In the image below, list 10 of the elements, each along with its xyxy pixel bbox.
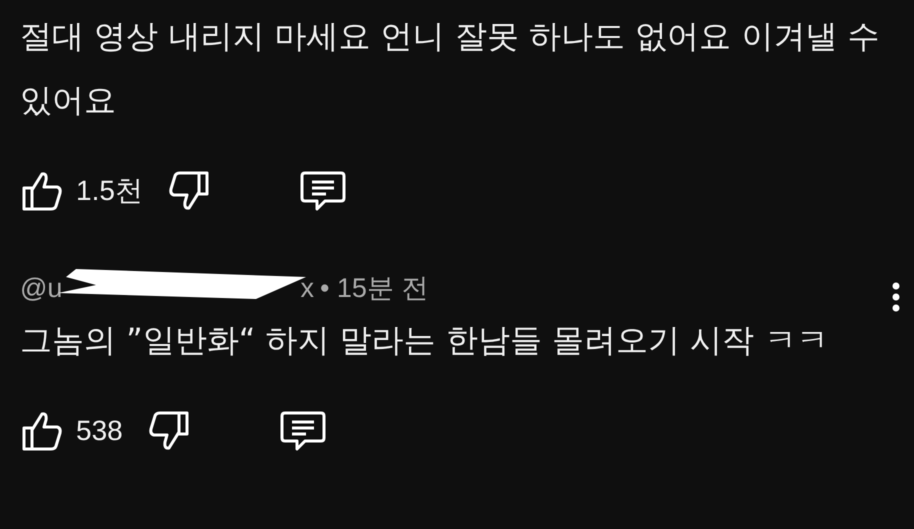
comment-icon[interactable] xyxy=(298,169,347,213)
comment-time: • 15분 전 xyxy=(320,272,428,305)
user-handle[interactable]: @u xyxy=(20,272,62,304)
comment-text: 절대 영상 내리지 마세요 언니 잘못 하나도 없어요 이겨낼 수 있어요 xyxy=(20,16,881,121)
more-options-icon[interactable] xyxy=(892,282,900,312)
like-count: 1.5천 xyxy=(76,174,143,208)
comment-text: 그놈의 ”일반화“ 하지 말라는 한남들 몰려오기 시작 ㅋㅋ xyxy=(20,320,830,361)
comment-icon[interactable] xyxy=(278,409,327,453)
like-count: 538 xyxy=(76,415,123,447)
user-handle[interactable]: x xyxy=(300,272,314,304)
